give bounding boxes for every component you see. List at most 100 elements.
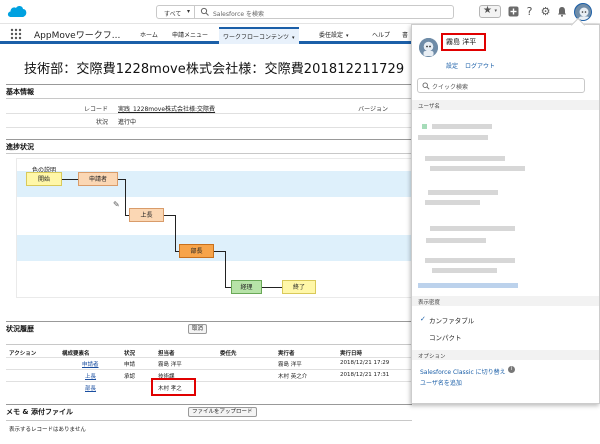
- upload-file-button[interactable]: ファイルをアップロード: [188, 407, 257, 417]
- status-value: 進行中: [118, 119, 137, 126]
- section-divider: [6, 321, 412, 322]
- density-section-header: 表示密度: [412, 296, 599, 306]
- flow-node-end: 終了: [282, 280, 316, 294]
- flow-node-director[interactable]: 部長: [179, 244, 214, 258]
- nav-tab-help[interactable]: ヘルプ: [372, 30, 390, 39]
- row-divider: [6, 369, 412, 370]
- search-icon: [200, 7, 209, 16]
- search-scope-select[interactable]: すべて ▾: [157, 6, 195, 18]
- nav-tab-label: 書: [402, 32, 409, 39]
- quick-search-input[interactable]: クイック検索: [417, 78, 585, 93]
- basic-info-title: 基本情報: [6, 88, 34, 96]
- nav-tab-label: 申請メニュー: [172, 32, 209, 39]
- username-section-header: ユーザ名: [412, 100, 599, 110]
- search-icon: [422, 82, 430, 90]
- progress-title: 進捗状況: [6, 143, 34, 151]
- flow-edge: [125, 179, 126, 215]
- info-icon: i: [508, 366, 515, 373]
- density-option-comfortable[interactable]: カンファタブル: [429, 315, 474, 325]
- record-link[interactable]: 実践_1228move株式会社様:交際費: [118, 104, 215, 113]
- element-link[interactable]: 部長: [85, 384, 96, 392]
- column-header: 担当者: [158, 351, 175, 357]
- column-header: 状況: [124, 351, 136, 357]
- app-name: AppMoveワークフ...: [34, 31, 121, 41]
- history-title: 状況履歴: [6, 325, 34, 333]
- gear-icon[interactable]: ⚙: [539, 5, 552, 18]
- settings-link[interactable]: 設定: [446, 61, 458, 70]
- section-divider: [6, 139, 412, 140]
- flow-edge: [164, 215, 175, 216]
- search-placeholder: Salesforce を検索: [213, 11, 264, 18]
- highlight-box: [151, 378, 196, 396]
- flow-edge: [118, 179, 125, 180]
- status-cell: 承認: [124, 374, 136, 380]
- assignee-cell: 霧島 洋平: [158, 362, 182, 368]
- notes-title: メモ & 添付ファイル: [6, 408, 73, 416]
- astro-avatar-icon: [419, 38, 438, 57]
- nav-tab-home[interactable]: ホーム: [140, 30, 158, 39]
- version-label: バージョン: [358, 106, 388, 113]
- page-title: 技術部：交際費1228move株式会社様：交際費201812211729: [24, 62, 405, 77]
- datetime-cell: 2018/12/21 17:31: [340, 372, 390, 378]
- options-section-header: オプション: [412, 350, 599, 360]
- lane-band: [17, 171, 413, 197]
- element-link[interactable]: 上長: [85, 372, 96, 380]
- flow-edge: [214, 251, 225, 252]
- column-header: アクション: [9, 351, 37, 357]
- nav-tab-overflow[interactable]: 書: [402, 30, 408, 39]
- logout-link[interactable]: ログアウト: [465, 61, 495, 70]
- switch-to-classic-link[interactable]: Salesforce Classic に切り替え: [420, 367, 506, 376]
- global-header: すべて ▾ Salesforce を検索 ★ ▾ ? ⚙: [0, 0, 600, 24]
- datetime-cell: 2018/12/21 17:29: [340, 360, 390, 366]
- cancel-button[interactable]: 取消: [188, 324, 208, 334]
- nav-tab-label: ワークフローコンテンツ: [223, 34, 290, 41]
- density-option-compact[interactable]: コンパクト: [429, 332, 462, 342]
- chevron-down-icon: ▾: [186, 8, 190, 15]
- flow-node-manager[interactable]: 上長: [129, 208, 164, 222]
- pencil-icon: ✎: [113, 200, 120, 209]
- flow-node-start: 開始: [26, 172, 62, 186]
- flow-edge: [262, 287, 282, 288]
- empty-notes-text: 表示するレコードはありません: [9, 427, 86, 433]
- star-icon: ★: [483, 5, 492, 16]
- section-divider: [6, 98, 412, 99]
- checkmark-icon: ✓: [420, 315, 426, 323]
- notification-bell-icon[interactable]: [555, 5, 568, 18]
- nav-tab-delegation-settings[interactable]: 委任設定 ▾: [319, 30, 349, 39]
- nav-tab-label: ホーム: [140, 32, 158, 39]
- quick-search-placeholder: クイック検索: [432, 84, 469, 91]
- add-username-link[interactable]: ユーザ名を追加: [420, 378, 462, 387]
- section-divider: [6, 84, 412, 85]
- status-label: 状況: [95, 119, 108, 126]
- nav-tab-workflow-contents[interactable]: ワークフローコンテンツ ▾: [219, 27, 299, 44]
- nav-tab-label: 委任設定: [319, 32, 344, 39]
- favorites-button[interactable]: ★ ▾: [479, 5, 501, 18]
- highlight-box: [441, 33, 486, 51]
- app-launcher-icon[interactable]: [10, 28, 22, 40]
- section-divider: [6, 344, 412, 345]
- lane-band: [17, 235, 413, 261]
- row-divider: [6, 127, 412, 128]
- column-header: 委任先: [220, 351, 237, 357]
- global-search[interactable]: すべて ▾ Salesforce を検索: [156, 5, 454, 19]
- row-divider: [6, 381, 412, 382]
- element-link[interactable]: 申請者: [82, 360, 99, 368]
- salesforce-logo-icon[interactable]: [6, 4, 28, 19]
- executor-cell: 木村 英之介: [278, 374, 308, 380]
- flow-node-applicant[interactable]: 申請者: [78, 172, 118, 186]
- flow-node-accounting[interactable]: 経理: [231, 280, 262, 294]
- column-header: 構成要素名: [62, 351, 90, 357]
- status-cell: 申請: [124, 362, 136, 368]
- panel-avatar: [419, 38, 438, 57]
- search-scope-label: すべて: [164, 11, 182, 18]
- chevron-down-icon: ▾: [494, 8, 497, 14]
- executor-cell: 霧島 洋平: [278, 362, 302, 368]
- global-actions-icon[interactable]: [507, 5, 520, 18]
- chevron-down-icon: ▾: [346, 33, 349, 39]
- chevron-down-icon: ▾: [292, 35, 295, 41]
- row-divider: [6, 113, 412, 114]
- help-icon[interactable]: ?: [523, 5, 536, 18]
- nav-tab-application-menu[interactable]: 申請メニュー: [172, 30, 208, 39]
- section-divider: [6, 404, 412, 405]
- column-header: 実行者: [278, 351, 295, 357]
